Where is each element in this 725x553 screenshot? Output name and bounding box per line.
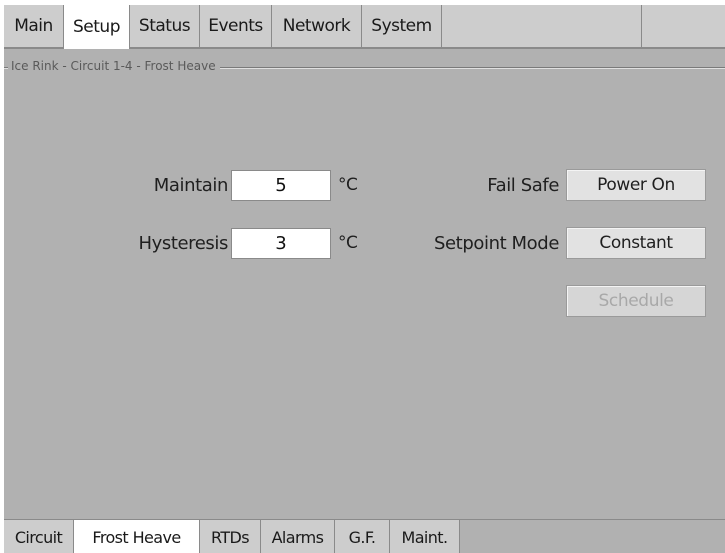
tab-network[interactable]: Network bbox=[272, 5, 362, 47]
maintain-unit: °C bbox=[338, 175, 358, 195]
schedule-button[interactable]: Schedule bbox=[566, 285, 706, 317]
fail-safe-button[interactable]: Power On bbox=[566, 169, 706, 201]
hysteresis-input[interactable]: 3 bbox=[231, 228, 331, 259]
group-title: Ice Rink - Circuit 1-4 - Frost Heave bbox=[8, 59, 220, 73]
tab-status[interactable]: Status bbox=[130, 5, 200, 47]
screen: Main Setup Status Events Network System … bbox=[4, 5, 725, 553]
bottom-tab-bar: Circuit Frost Heave RTDs Alarms G.F. Mai… bbox=[4, 519, 725, 553]
tab-bar-filler bbox=[442, 5, 642, 47]
setpoint-mode-button[interactable]: Constant bbox=[566, 227, 706, 259]
maintain-label: Maintain bbox=[153, 175, 229, 196]
subtab-frost-heave[interactable]: Frost Heave bbox=[74, 520, 200, 553]
subtab-alarms[interactable]: Alarms bbox=[261, 520, 335, 553]
setpoint-mode-label: Setpoint Mode bbox=[433, 233, 559, 254]
tab-events[interactable]: Events bbox=[200, 5, 272, 47]
subtab-maint[interactable]: Maint. bbox=[390, 520, 460, 553]
top-tab-bar: Main Setup Status Events Network System bbox=[4, 5, 725, 49]
maintain-input[interactable]: 5 bbox=[231, 170, 331, 201]
fail-safe-label: Fail Safe bbox=[487, 175, 559, 196]
hysteresis-label: Hysteresis bbox=[138, 233, 228, 254]
tab-setup[interactable]: Setup bbox=[64, 5, 130, 49]
subtab-circuit[interactable]: Circuit bbox=[4, 520, 74, 553]
tab-bar-filler-end bbox=[642, 5, 725, 47]
subtab-gf[interactable]: G.F. bbox=[335, 520, 390, 553]
tab-main[interactable]: Main bbox=[4, 5, 64, 47]
hysteresis-unit: °C bbox=[338, 233, 358, 253]
tab-system[interactable]: System bbox=[362, 5, 442, 47]
subtab-rtds[interactable]: RTDs bbox=[200, 520, 261, 553]
